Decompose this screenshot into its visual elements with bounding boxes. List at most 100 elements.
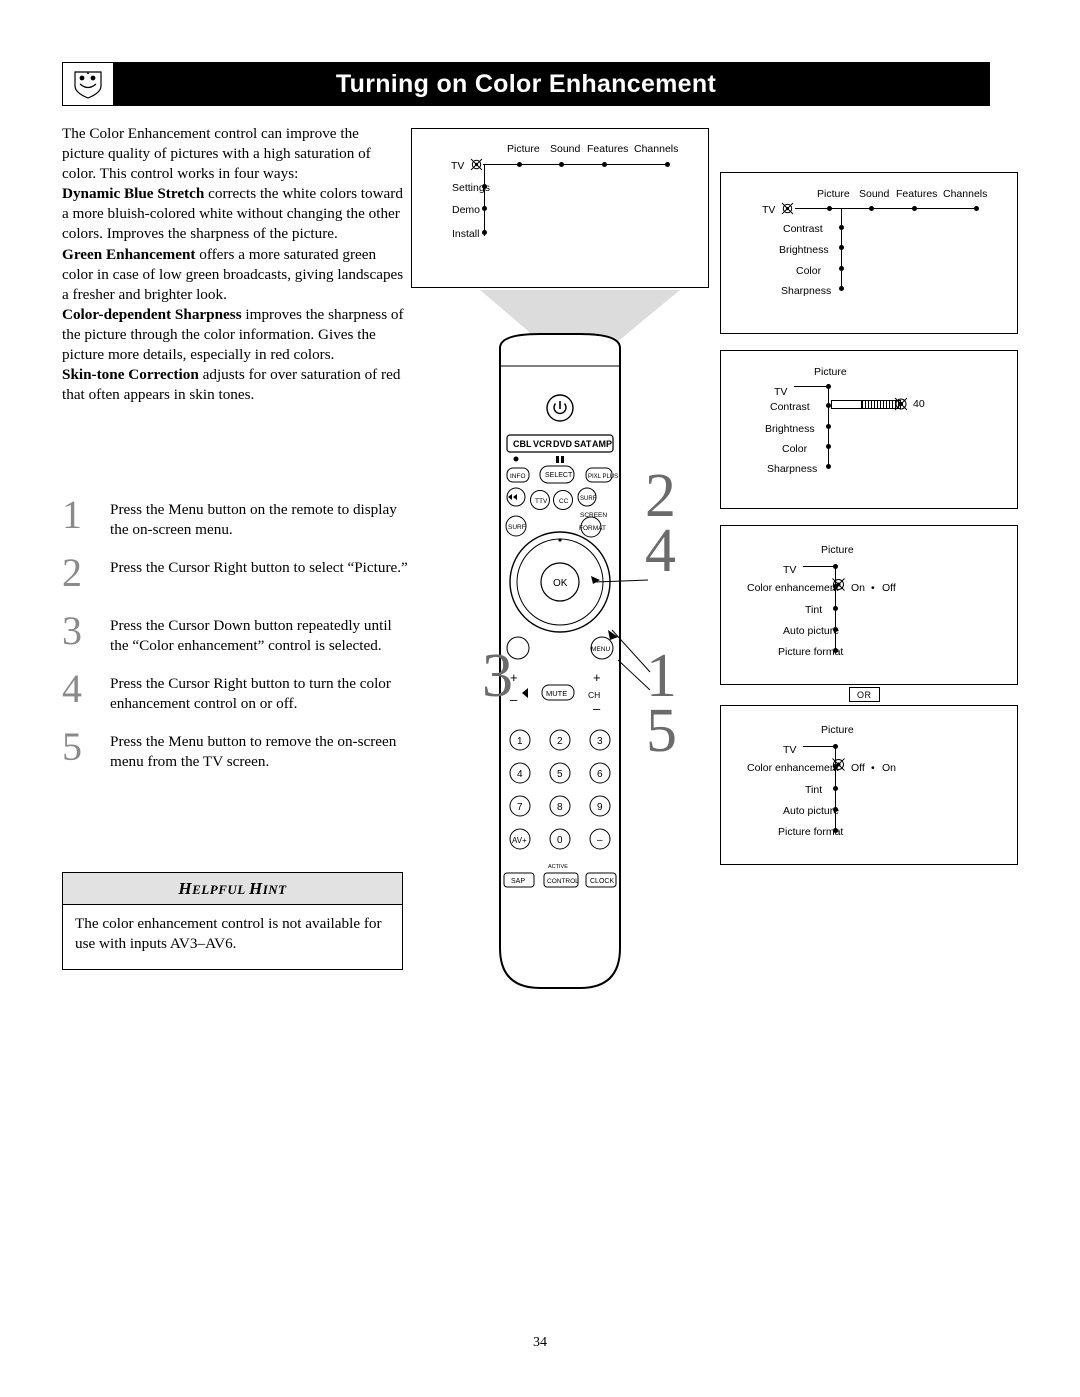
remote-key-5: 5 [557, 769, 563, 780]
osd-dot [602, 162, 607, 167]
osd-dot [559, 162, 564, 167]
cursor-marker-icon [832, 758, 845, 771]
tv-cursor-icon [781, 202, 794, 215]
step-item: 1 Press the Menu button on the remote to… [62, 492, 412, 546]
osd-dot [482, 230, 487, 235]
osd-row-install: Install [452, 228, 480, 240]
osd-menu-channels: Channels [634, 143, 679, 155]
osd-row-tint: Tint [805, 784, 823, 796]
osd-menu-picture: Picture [817, 188, 850, 200]
feature-skin-tone-correction: Skin-tone Correction adjusts for over sa… [62, 365, 404, 405]
toggle-option-off[interactable]: Off [851, 762, 865, 774]
toggle-option-on[interactable]: On [882, 762, 896, 774]
osd-dot [826, 464, 831, 469]
remote-src-amp: AMP [592, 439, 612, 449]
osd-dot [826, 424, 831, 429]
step-text: Press the Menu button to remove the on-s… [110, 733, 397, 771]
osd-panel-contrast-slider: Picture TV Contrast Brightness Color Sha… [720, 350, 1018, 509]
feature-term: Dynamic Blue Stretch [62, 185, 205, 203]
helpful-hint-body: The color enhancement control is not ava… [75, 915, 382, 953]
step-number: 3 [62, 608, 82, 653]
step-number: 4 [62, 666, 82, 711]
osd-left-rail [484, 164, 485, 236]
osd-menu-sound: Sound [859, 188, 890, 200]
remote-src-cbl: CBL [513, 439, 532, 449]
contrast-slider-value: 40 [913, 398, 925, 410]
osd-row-color-enhancement: Color enhancement [747, 762, 839, 774]
step-text: Press the Cursor Down button repeatedly … [110, 617, 392, 655]
remote-btn-info: INFO [510, 473, 526, 480]
osd-heading-picture: Picture [821, 544, 854, 556]
osd-tv-label: TV [783, 564, 797, 576]
feature-green-enhancement: Green Enhancement offers a more saturate… [62, 245, 404, 305]
helpful-hint-box: HELPFUL HINT The color enhancement contr… [62, 872, 403, 970]
or-badge: OR [849, 687, 880, 702]
osd-heading-picture: Picture [814, 366, 847, 378]
osd-menu-connector [483, 164, 669, 165]
osd-row-contrast: Contrast [770, 401, 810, 413]
osd-dot [912, 206, 917, 211]
toggle-separator: • [871, 762, 875, 774]
feature-dynamic-blue-stretch: Dynamic Blue Stretch corrects the white … [62, 184, 404, 244]
callout-number-5: 5 [646, 697, 677, 765]
toggle-option-off[interactable]: Off [882, 582, 896, 594]
remote-key-avplus: AV+ [512, 836, 527, 845]
feature-term: Skin-tone Correction [62, 366, 199, 384]
step-item: 5 Press the Menu button to remove the on… [62, 724, 412, 778]
osd-row-color: Color [782, 443, 808, 455]
osd-menu-connector [795, 208, 978, 209]
osd-panel-picture-menu: Picture Sound Features Channels TV Contr… [720, 172, 1018, 334]
remote-btn-clock: CLOCK [590, 878, 614, 885]
osd-dot [839, 286, 844, 291]
osd-dot [833, 786, 838, 791]
step-number: 1 [62, 492, 82, 537]
osd-row-contrast: Contrast [783, 223, 823, 235]
helpful-hint-title: HELPFUL HINT [63, 873, 402, 905]
osd-dot [517, 162, 522, 167]
step-text: Press the Cursor Right button to select … [110, 559, 408, 576]
shield-logo-svg [74, 71, 102, 99]
osd-dot [839, 266, 844, 271]
callout-number-4: 4 [645, 517, 676, 585]
hint-title-int: INT [262, 882, 287, 897]
osd-row-auto-picture: Auto picture [783, 625, 840, 637]
osd-panel-color-enhancement-on: Picture TV Color enhancement Tint Auto p… [720, 525, 1018, 685]
osd-dot [833, 606, 838, 611]
osd-row-tint: Tint [805, 604, 823, 616]
page-title: Turning on Color Enhancement [335, 70, 717, 98]
osd-row-brightness: Brightness [779, 244, 829, 256]
osd-panel-main-menu: Picture Sound Features Channels TV Setti… [411, 128, 709, 288]
osd-menu-picture: Picture [507, 143, 540, 155]
page-number: 34 [533, 1335, 547, 1350]
osd-dot [826, 444, 831, 449]
osd-menu-features: Features [587, 143, 629, 155]
callout-leader-lines [591, 576, 651, 691]
remote-btn-sap: SAP [511, 878, 525, 885]
osd-row-demo: Demo [452, 204, 481, 216]
remote-key-minus: – [597, 835, 603, 846]
osd-tv-label: TV [762, 204, 776, 216]
osd-row-settings: Settings [452, 182, 490, 194]
osd-menu-sound: Sound [550, 143, 581, 155]
remote-key-8: 8 [557, 802, 563, 813]
hint-title-h1: H [178, 879, 193, 898]
slider-thumb-icon[interactable] [893, 396, 909, 412]
remote-src-dvd: DVD [553, 439, 573, 449]
tv-cursor-icon [470, 158, 483, 171]
osd-row-picture-format: Picture format [778, 826, 844, 838]
osd-dot [665, 162, 670, 167]
osd-row-picture-format: Picture format [778, 646, 844, 658]
hint-title-h2: H [248, 879, 263, 898]
remote-btn-surf: SURF [508, 524, 526, 531]
osd-connector [803, 566, 835, 567]
remote-src-vcr: VCR [533, 439, 553, 449]
remote-key-7: 7 [517, 802, 523, 813]
toggle-option-on[interactable]: On [851, 582, 865, 594]
osd-connector [794, 386, 828, 387]
remote-key-0: 0 [557, 835, 563, 846]
remote-src-sat: SAT [574, 439, 592, 449]
osd-row-sharpness: Sharpness [767, 463, 818, 475]
remote-key-1: 1 [517, 736, 523, 747]
feature-color-dependent-sharpness: Color-dependent Sharpness improves the s… [62, 305, 404, 365]
remote-key-4: 4 [517, 769, 523, 780]
